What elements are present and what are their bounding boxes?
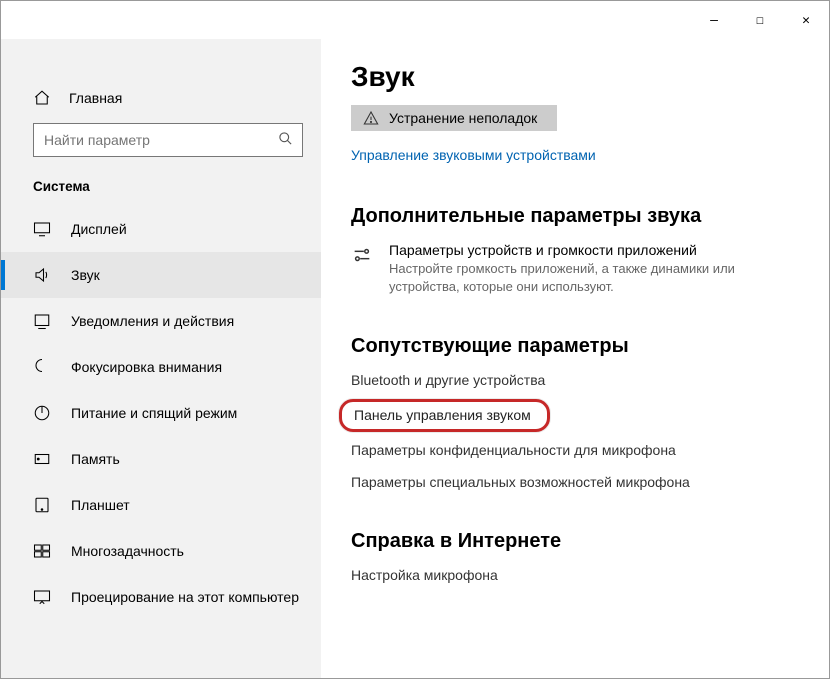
sound-icon: [33, 266, 51, 284]
maximize-button[interactable]: ☐: [737, 4, 783, 36]
category-heading: Система: [1, 157, 321, 206]
sidebar-item-label: Проецирование на этот компьютер: [71, 589, 299, 605]
sidebar-item-display[interactable]: Дисплей: [1, 206, 321, 252]
focus-icon: [33, 358, 51, 376]
related-link-bluetooth[interactable]: Bluetooth и другие устройства: [351, 372, 801, 388]
close-button[interactable]: ✕: [783, 4, 829, 36]
tablet-icon: [33, 496, 51, 514]
notify-icon: [33, 312, 51, 330]
app-volume-link[interactable]: Параметры устройств и громкости приложен…: [351, 242, 801, 295]
related-link-mic-accessibility[interactable]: Параметры специальных возможностей микро…: [351, 474, 801, 490]
multitask-icon: [33, 542, 51, 560]
home-label: Главная: [69, 90, 122, 106]
manage-sound-devices-link[interactable]: Управление звуковыми устройствами: [351, 147, 596, 163]
sidebar-item-tablet[interactable]: Планшет: [1, 482, 321, 528]
help-heading: Справка в Интернете: [351, 530, 801, 553]
display-icon: [33, 220, 51, 238]
sidebar-item-power[interactable]: Питание и спящий режим: [1, 390, 321, 436]
troubleshoot-button[interactable]: Устранение неполадок: [351, 105, 557, 131]
sidebar-item-storage[interactable]: Память: [1, 436, 321, 482]
storage-icon: [33, 450, 51, 468]
sidebar-item-label: Уведомления и действия: [71, 313, 234, 329]
sidebar-item-label: Дисплей: [71, 221, 127, 237]
sidebar-item-label: Звук: [71, 267, 100, 283]
sidebar-item-label: Память: [71, 451, 120, 467]
search-icon: [278, 131, 293, 146]
related-heading: Сопутствующие параметры: [351, 335, 801, 358]
advanced-heading: Дополнительные параметры звука: [351, 205, 801, 228]
sidebar-item-label: Питание и спящий режим: [71, 405, 237, 421]
sidebar-item-multitasking[interactable]: Многозадачность: [1, 528, 321, 574]
project-icon: [33, 588, 51, 606]
highlight-annotation: Панель управления звуком: [339, 399, 550, 432]
troubleshoot-label: Устранение неполадок: [389, 110, 537, 126]
page-title: Звук: [351, 61, 801, 93]
sidebar-item-label: Фокусировка внимания: [71, 359, 222, 375]
help-link-mic-setup[interactable]: Настройка микрофона: [351, 567, 801, 583]
home-link[interactable]: Главная: [1, 79, 321, 117]
sliders-icon: [351, 244, 373, 266]
app-volume-desc: Настройте громкость приложений, а также …: [389, 260, 759, 295]
sidebar-item-label: Планшет: [71, 497, 130, 513]
sidebar-item-sound[interactable]: Звук: [1, 252, 321, 298]
warning-icon: [363, 110, 379, 126]
minimize-button[interactable]: —: [691, 4, 737, 36]
sidebar-item-projecting[interactable]: Проецирование на этот компьютер: [1, 574, 321, 620]
sidebar-item-notifications[interactable]: Уведомления и действия: [1, 298, 321, 344]
search-input[interactable]: [33, 123, 303, 157]
sidebar-item-focus[interactable]: Фокусировка внимания: [1, 344, 321, 390]
power-icon: [33, 404, 51, 422]
home-icon: [33, 89, 51, 107]
sidebar-item-label: Многозадачность: [71, 543, 184, 559]
related-link-sound-control-panel[interactable]: Панель управления звуком: [354, 407, 531, 423]
app-volume-title: Параметры устройств и громкости приложен…: [389, 242, 759, 258]
related-link-mic-privacy[interactable]: Параметры конфиденциальности для микрофо…: [351, 442, 801, 458]
